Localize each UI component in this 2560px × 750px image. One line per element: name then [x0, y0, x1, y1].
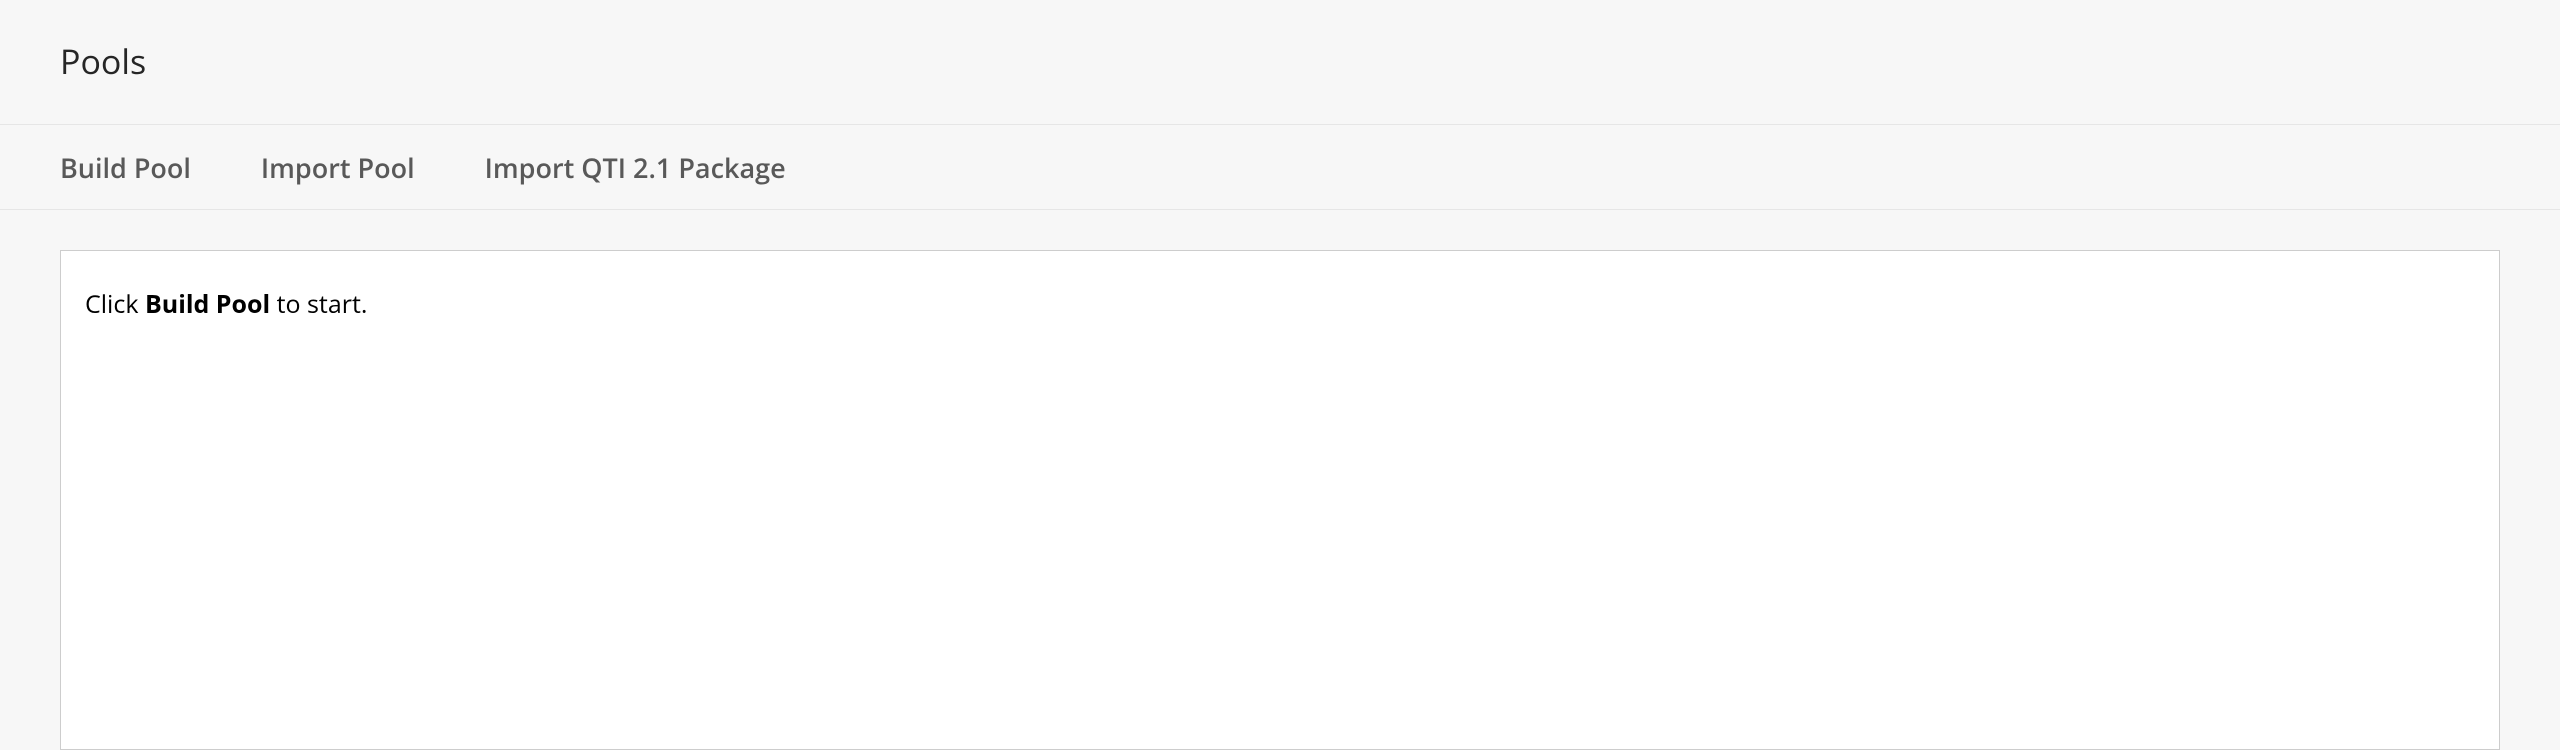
import-pool-button[interactable]: Import Pool — [261, 149, 415, 186]
page-title: Pools — [60, 38, 2500, 84]
instruction-text: Click Build Pool to start. — [85, 287, 2475, 321]
instruction-suffix: to start. — [270, 287, 367, 321]
import-qti-button[interactable]: Import QTI 2.1 Package — [485, 149, 786, 186]
content-wrapper: Click Build Pool to start. — [0, 210, 2560, 750]
build-pool-button[interactable]: Build Pool — [60, 149, 191, 186]
content-panel: Click Build Pool to start. — [60, 250, 2500, 750]
instruction-prefix: Click — [85, 287, 145, 321]
toolbar: Build Pool Import Pool Import QTI 2.1 Pa… — [0, 124, 2560, 210]
header-region: Pools — [0, 0, 2560, 124]
instruction-bold: Build Pool — [145, 287, 270, 321]
